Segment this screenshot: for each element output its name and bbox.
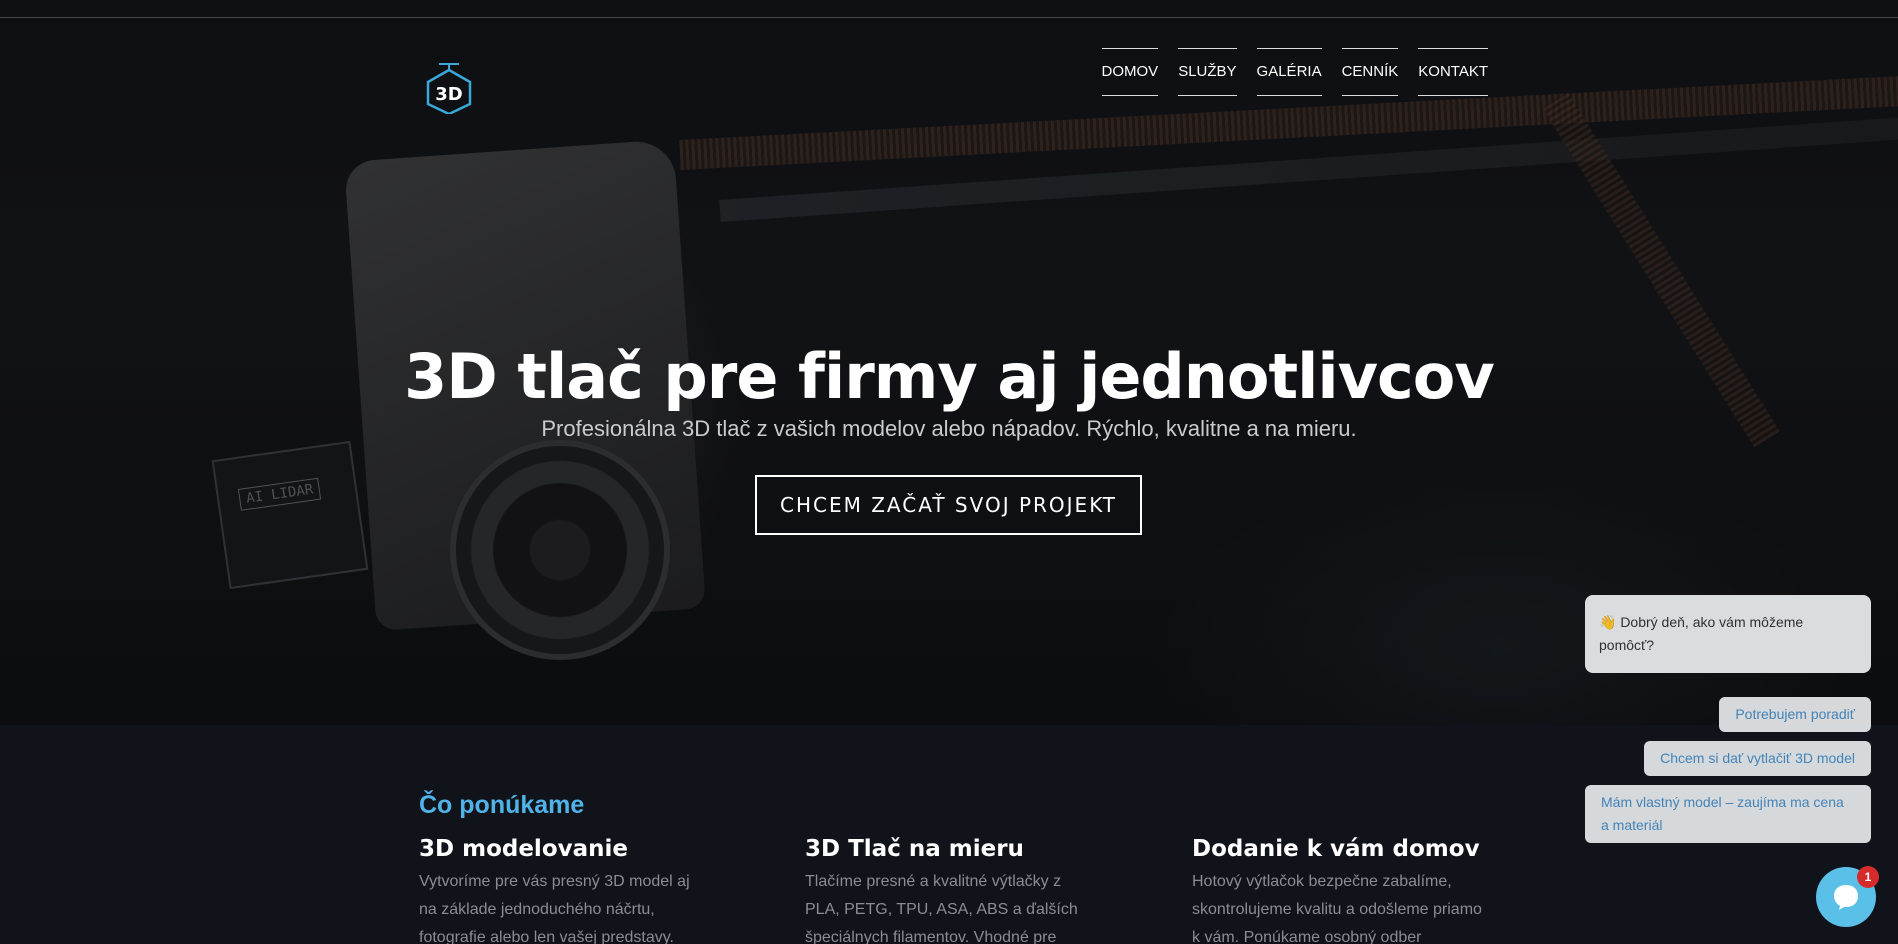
service-text: Vytvoríme pre vás presný 3D model aj na … [419,873,690,944]
service-text: Hotový výtlačok bezpečne zabalíme, skont… [1192,873,1482,944]
chat-greeting-bubble: 👋 Dobrý deň, ako vám môžeme pomôcť? [1585,595,1871,673]
site-logo[interactable]: 3D [424,60,474,116]
start-project-button[interactable]: CHCEM ZAČAŤ SVOJ PROJEKT [755,475,1142,535]
chat-bubble-icon [1834,885,1858,910]
services-heading: Čo ponúkame [419,791,585,819]
service-card-modeling: 3D modelovanie Vytvoríme pre vás presný … [419,836,709,944]
chat-option-own-model[interactable]: Mám vlastný model – zaujíma ma cena a ma… [1585,785,1871,843]
page: AI LIDAR 3D DOMOV SLUŽBY GALÉRIA CENNÍK … [0,0,1898,944]
nav-item-kontakt[interactable]: KONTAKT [1418,48,1488,96]
nav-item-cennik[interactable]: CENNÍK [1341,48,1399,96]
nav-item-galeria[interactable]: GALÉRIA [1256,48,1322,96]
hero-subtitle: Profesionálna 3D tlač z vašich modelov a… [541,416,1357,441]
main-nav: DOMOV SLUŽBY GALÉRIA CENNÍK KONTAKT [1101,48,1488,96]
nav-item-domov[interactable]: DOMOV [1101,48,1159,96]
top-divider [0,17,1898,18]
service-title: Dodanie k vám domov [1192,836,1480,862]
logo-text: 3D [435,84,462,105]
cube-logo-icon: 3D [426,63,472,116]
service-card-delivery: Dodanie k vám domov Hotový výtlačok bezp… [1192,836,1482,944]
chat-option-print-model[interactable]: Chcem si dať vytlačiť 3D model [1644,741,1871,776]
service-text: Tlačíme presné a kvalitné výtlačky z PLA… [805,873,1078,944]
service-card-printing: 3D Tlač na mieru Tlačíme presné a kvalit… [805,836,1095,944]
service-title: 3D modelovanie [419,836,628,862]
service-title: 3D Tlač na mieru [805,836,1024,862]
chat-option-advice[interactable]: Potrebujem poradiť [1719,697,1871,732]
hero-title: 3D tlač pre firmy aj jednotlivcov [404,340,1495,413]
unread-badge: 1 [1857,866,1879,888]
nav-item-sluzby[interactable]: SLUŽBY [1178,48,1237,96]
